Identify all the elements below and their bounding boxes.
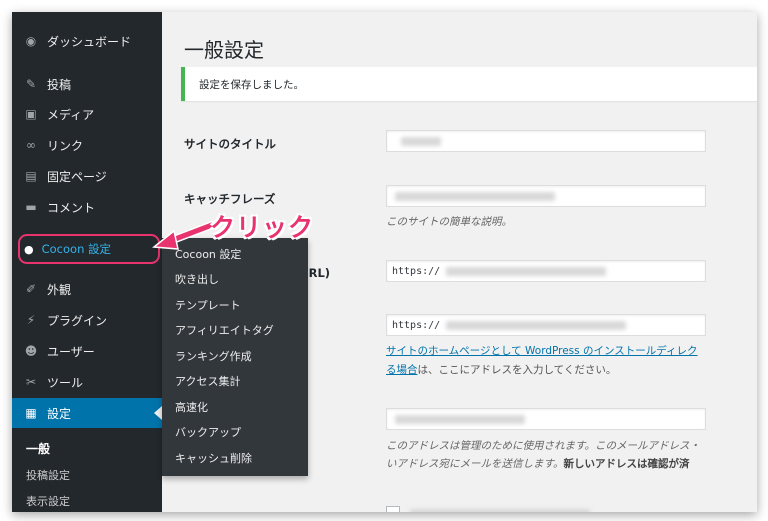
membership-row [386,506,590,512]
submenu-item-writing[interactable]: 投稿設定 [26,467,70,483]
plugin-icon: ⚡ [26,313,36,327]
site-address-help-link-2[interactable]: る場合 [386,364,418,376]
sidebar-item-label: 外観 [47,282,72,297]
active-arrow-icon [154,406,162,420]
sidebar-item-cocoon-settings[interactable]: ● Cocoon 設定 [18,234,160,264]
flyout-item-speed-up[interactable]: 高速化 [175,399,208,415]
sidebar-item-pages[interactable]: ▤ 固定ページ [12,161,162,191]
redacted-text [446,266,607,276]
screenshot-frame: ◉ ダッシュボード ✎ 投稿 ▣ メディア ∞ リンク ▤ 固定ページ ▬ コメ… [12,12,757,512]
sidebar-item-media[interactable]: ▣ メディア [12,99,162,129]
sidebar-item-label: 投稿 [47,77,72,92]
sidebar-item-posts[interactable]: ✎ 投稿 [12,69,162,99]
admin-email-input[interactable] [386,408,706,430]
sidebar-item-label: メディア [47,107,95,122]
redacted-text [410,508,590,512]
email-desc-2b: 新しいアドレスは確認が済 [563,458,690,470]
sidebar-item-dashboard[interactable]: ◉ ダッシュボード [12,26,162,56]
submenu-item-general[interactable]: 一般 [26,440,50,457]
dashboard-icon: ◉ [25,34,37,48]
sidebar-item-label: ツール [47,375,84,390]
flyout-item-affiliate-tag[interactable]: アフィリエイトタグ [175,322,274,338]
sidebar-item-plugins[interactable]: ⚡ プラグイン [12,305,162,335]
tool-icon: ✂ [25,375,37,389]
redacted-text [395,191,555,201]
site-address-input[interactable]: https:// [386,314,706,336]
redacted-text [395,414,525,424]
redacted-text [401,136,441,146]
page-icon: ▤ [25,169,37,183]
site-address-value: https:// [392,319,441,331]
site-address-help-link[interactable]: サイトのホームページとして WordPress のインストールディレク [386,345,698,357]
pin-icon: ✎ [25,77,37,91]
success-notice: 設定を保存しました。 [181,67,757,101]
flyout-item-backup[interactable]: バックアップ [175,424,241,440]
appearance-icon: ✐ [25,282,37,296]
sidebar-item-label: ユーザー [47,344,95,359]
email-description-line2: いアドレス宛にメールを送信します。新しいアドレスは確認が済 [386,456,689,471]
flyout-item-access-stats[interactable]: アクセス集計 [175,373,240,389]
sidebar-item-links[interactable]: ∞ リンク [12,130,162,160]
flyout-item-speech-balloon[interactable]: 吹き出し [175,271,219,287]
site-title-label: サイトのタイトル [184,137,276,151]
cocoon-icon: ● [24,242,34,256]
cocoon-flyout-menu: Cocoon 設定 吹き出し テンプレート アフィリエイトタグ ランキング作成 … [162,238,308,476]
email-desc-2a: いアドレス宛にメールを送信します。 [386,458,564,470]
email-description-line1: このアドレスは管理のために使用されます。このメールアドレス・ [386,440,700,452]
redacted-text [446,320,627,330]
admin-sidebar: ◉ ダッシュボード ✎ 投稿 ▣ メディア ∞ リンク ▤ 固定ページ ▬ コメ… [12,12,162,512]
notice-text: 設定を保存しました。 [199,78,304,91]
flyout-item-template[interactable]: テンプレート [175,297,241,313]
sidebar-item-users[interactable]: ☻ ユーザー [12,336,162,366]
sidebar-item-settings[interactable]: ▦ 設定 [12,398,162,428]
sidebar-item-label: コメント [47,200,96,215]
submenu-item-reading[interactable]: 表示設定 [26,493,70,509]
click-annotation: クリック [210,213,315,242]
site-address-desc-tail: は、ここにアドレスを入力してください。 [417,364,617,376]
sidebar-item-label: リンク [47,138,84,153]
sidebar-item-label: プラグイン [47,313,108,328]
sidebar-item-appearance[interactable]: ✐ 外観 [12,274,162,304]
page-title: 一般設定 [184,38,264,62]
tagline-description: このサイトの簡単な説明。 [386,216,512,228]
wp-address-input[interactable]: https:// [386,260,706,282]
link-icon: ∞ [26,138,36,152]
comment-icon: ▬ [25,200,37,214]
media-icon: ▣ [25,107,37,121]
tagline-label: キャッチフレーズ [184,192,276,206]
settings-icon: ▦ [25,406,37,420]
sidebar-item-comments[interactable]: ▬ コメント [12,192,162,222]
site-address-description-line1: サイトのホームページとして WordPress のインストールディレク [386,343,698,358]
flyout-item-clear-cache[interactable]: キャッシュ削除 [175,450,252,466]
flyout-item-ranking[interactable]: ランキング作成 [175,348,252,364]
sidebar-item-label: Cocoon 設定 [41,242,112,256]
site-address-description-line2: る場合は、ここにアドレスを入力してください。 [386,362,616,377]
site-title-input[interactable] [386,130,706,152]
sidebar-item-label: 固定ページ [47,169,107,184]
user-icon: ☻ [24,344,38,358]
sidebar-item-label: 設定 [47,406,72,421]
wp-address-value: https:// [392,265,441,277]
sidebar-item-label: ダッシュボード [47,34,132,49]
sidebar-item-tools[interactable]: ✂ ツール [12,367,162,397]
tagline-input[interactable] [386,185,706,207]
membership-checkbox[interactable] [386,506,400,512]
